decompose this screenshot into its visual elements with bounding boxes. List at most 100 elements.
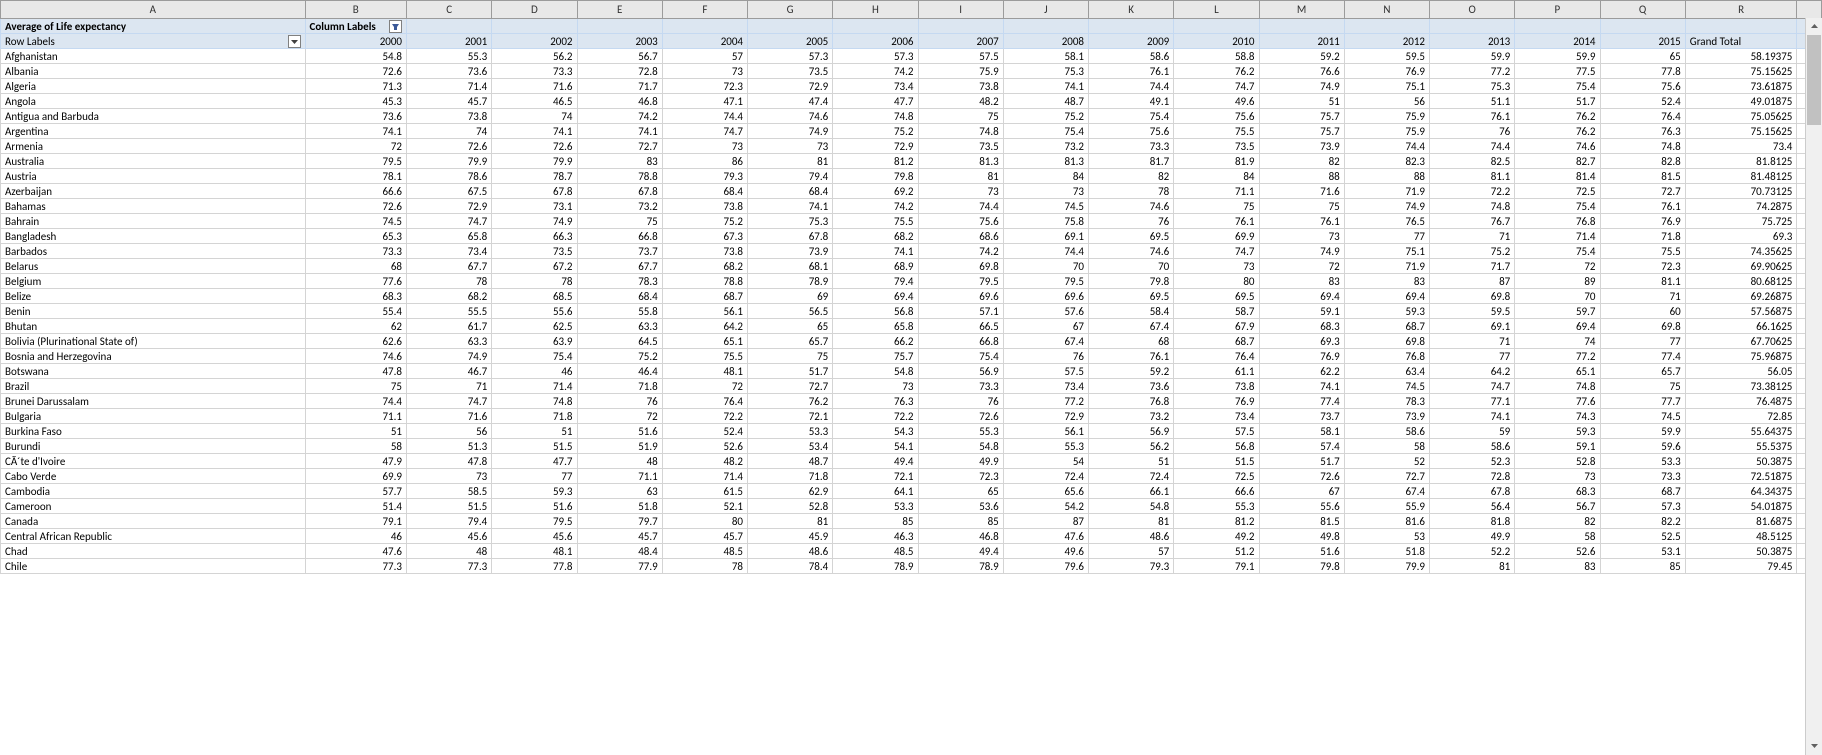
grand-total-cell[interactable]: 69.26875 bbox=[1685, 289, 1797, 304]
data-cell[interactable]: 76.4 bbox=[662, 394, 747, 409]
column-header[interactable]: L bbox=[1174, 1, 1259, 19]
column-header[interactable]: A bbox=[1, 1, 306, 19]
data-cell[interactable]: 59.9 bbox=[1600, 424, 1685, 439]
data-cell[interactable]: 70 bbox=[1003, 259, 1088, 274]
data-cell[interactable]: 54.3 bbox=[833, 424, 918, 439]
data-cell[interactable]: 49.4 bbox=[833, 454, 918, 469]
data-cell[interactable]: 64.5 bbox=[577, 334, 662, 349]
data-cell[interactable]: 68.6 bbox=[918, 229, 1003, 244]
data-cell[interactable]: 65.1 bbox=[1515, 364, 1600, 379]
grand-total-cell[interactable]: 64.34375 bbox=[1685, 484, 1797, 499]
data-cell[interactable]: 74.1 bbox=[492, 124, 577, 139]
data-cell[interactable]: 76.3 bbox=[1600, 124, 1685, 139]
data-cell[interactable]: 76.1 bbox=[1259, 214, 1344, 229]
data-cell[interactable]: 64.2 bbox=[1430, 364, 1515, 379]
data-cell[interactable]: 79.4 bbox=[833, 274, 918, 289]
data-cell[interactable]: 76 bbox=[1089, 214, 1174, 229]
data-cell[interactable]: 77.8 bbox=[492, 559, 577, 574]
data-cell[interactable]: 73.6 bbox=[407, 64, 492, 79]
grand-total-cell[interactable]: 81.6875 bbox=[1685, 514, 1797, 529]
data-cell[interactable]: 83 bbox=[1344, 274, 1429, 289]
data-cell[interactable]: 57.5 bbox=[1174, 424, 1259, 439]
data-cell[interactable]: 71.4 bbox=[492, 379, 577, 394]
data-cell[interactable]: 71.1 bbox=[577, 469, 662, 484]
data-cell[interactable]: 64.1 bbox=[833, 484, 918, 499]
data-cell[interactable]: 76 bbox=[577, 394, 662, 409]
data-cell[interactable]: 81.7 bbox=[1089, 154, 1174, 169]
data-cell[interactable]: 75.5 bbox=[1174, 124, 1259, 139]
data-cell[interactable]: 81.6 bbox=[1344, 514, 1429, 529]
column-header[interactable]: P bbox=[1515, 1, 1600, 19]
data-cell[interactable]: 78.1 bbox=[305, 169, 407, 184]
data-cell[interactable]: 74.1 bbox=[833, 244, 918, 259]
grand-total-cell[interactable]: 73.4 bbox=[1685, 139, 1797, 154]
data-cell[interactable]: 69 bbox=[748, 289, 833, 304]
row-label[interactable]: Botswana bbox=[1, 364, 306, 379]
data-cell[interactable]: 69.5 bbox=[1089, 289, 1174, 304]
data-cell[interactable]: 66.6 bbox=[305, 184, 407, 199]
data-cell[interactable]: 62.5 bbox=[492, 319, 577, 334]
data-cell[interactable]: 73.8 bbox=[407, 109, 492, 124]
data-cell[interactable]: 78 bbox=[662, 559, 747, 574]
data-cell[interactable]: 57 bbox=[1089, 544, 1174, 559]
grand-total-cell[interactable]: 72.51875 bbox=[1685, 469, 1797, 484]
data-cell[interactable]: 77.7 bbox=[1600, 394, 1685, 409]
data-cell[interactable]: 81.5 bbox=[1600, 169, 1685, 184]
grand-total-cell[interactable]: 79.45 bbox=[1685, 559, 1797, 574]
data-cell[interactable]: 71 bbox=[1430, 229, 1515, 244]
data-cell[interactable]: 53.6 bbox=[918, 499, 1003, 514]
data-cell[interactable]: 71.8 bbox=[748, 469, 833, 484]
data-cell[interactable]: 77.3 bbox=[305, 559, 407, 574]
data-cell[interactable]: 81.5 bbox=[1259, 514, 1344, 529]
data-cell[interactable]: 79.3 bbox=[662, 169, 747, 184]
data-cell[interactable]: 74.3 bbox=[1515, 409, 1600, 424]
column-header[interactable]: O bbox=[1430, 1, 1515, 19]
data-cell[interactable]: 82 bbox=[1089, 169, 1174, 184]
data-cell[interactable]: 76.2 bbox=[1515, 109, 1600, 124]
data-cell[interactable]: 73.5 bbox=[1174, 139, 1259, 154]
data-cell[interactable]: 51 bbox=[492, 424, 577, 439]
data-cell[interactable]: 89 bbox=[1515, 274, 1600, 289]
data-cell[interactable]: 47.1 bbox=[662, 94, 747, 109]
data-cell[interactable]: 76.2 bbox=[1515, 124, 1600, 139]
data-cell[interactable]: 54.2 bbox=[1003, 499, 1088, 514]
data-cell[interactable]: 48.6 bbox=[748, 544, 833, 559]
data-cell[interactable]: 71 bbox=[1430, 334, 1515, 349]
data-cell[interactable]: 63.3 bbox=[407, 334, 492, 349]
column-header[interactable]: H bbox=[833, 1, 918, 19]
data-cell[interactable]: 82.8 bbox=[1600, 154, 1685, 169]
data-cell[interactable]: 76 bbox=[918, 394, 1003, 409]
data-cell[interactable]: 74.8 bbox=[1515, 379, 1600, 394]
data-cell[interactable]: 46.5 bbox=[492, 94, 577, 109]
data-cell[interactable]: 75.2 bbox=[577, 349, 662, 364]
data-cell[interactable]: 59.3 bbox=[1515, 424, 1600, 439]
data-cell[interactable]: 75.7 bbox=[1259, 109, 1344, 124]
data-cell[interactable]: 85 bbox=[1600, 559, 1685, 574]
data-cell[interactable]: 72 bbox=[577, 409, 662, 424]
data-cell[interactable]: 47.9 bbox=[305, 454, 407, 469]
data-cell[interactable]: 55.6 bbox=[492, 304, 577, 319]
data-cell[interactable]: 74.9 bbox=[492, 214, 577, 229]
data-cell[interactable]: 51.2 bbox=[1174, 544, 1259, 559]
data-cell[interactable]: 74.9 bbox=[1259, 244, 1344, 259]
data-cell[interactable]: 69.8 bbox=[1430, 289, 1515, 304]
filter-icon[interactable] bbox=[389, 20, 402, 33]
data-cell[interactable]: 59.3 bbox=[492, 484, 577, 499]
data-cell[interactable]: 65.7 bbox=[1600, 364, 1685, 379]
data-cell[interactable]: 52.6 bbox=[662, 439, 747, 454]
grand-total-cell[interactable]: 72.85 bbox=[1685, 409, 1797, 424]
data-cell[interactable]: 76.8 bbox=[1344, 349, 1429, 364]
data-cell[interactable]: 79.5 bbox=[492, 514, 577, 529]
data-cell[interactable]: 56.7 bbox=[577, 49, 662, 64]
data-cell[interactable]: 58.6 bbox=[1089, 49, 1174, 64]
row-label[interactable]: Bahamas bbox=[1, 199, 306, 214]
data-cell[interactable]: 73.4 bbox=[833, 79, 918, 94]
data-cell[interactable]: 78 bbox=[492, 274, 577, 289]
data-cell[interactable]: 49.9 bbox=[1430, 529, 1515, 544]
data-cell[interactable]: 72.8 bbox=[577, 64, 662, 79]
row-labels-cell[interactable]: Row Labels bbox=[1, 34, 306, 49]
data-cell[interactable]: 73.2 bbox=[577, 199, 662, 214]
data-cell[interactable]: 68.2 bbox=[662, 259, 747, 274]
data-cell[interactable]: 48.5 bbox=[833, 544, 918, 559]
grand-total-cell[interactable]: 55.5375 bbox=[1685, 439, 1797, 454]
